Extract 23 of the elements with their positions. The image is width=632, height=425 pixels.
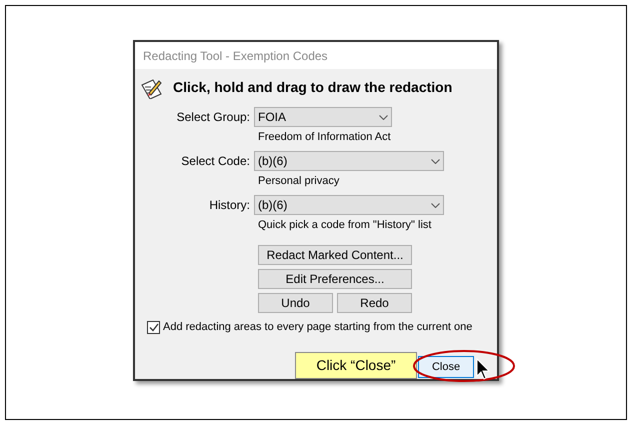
field-description: Quick pick a code from "History" list [258, 218, 432, 233]
redo-button[interactable]: Redo [337, 293, 412, 313]
undo-button[interactable]: Undo [258, 293, 333, 313]
dropdown[interactable]: FOIA [254, 107, 392, 127]
window-title: Redacting Tool - Exemption Codes [143, 48, 328, 64]
field-label: Select Group: [176, 109, 251, 126]
chevron-down-icon [431, 202, 440, 208]
preferences-button[interactable]: Edit Preferences... [258, 269, 412, 289]
redact-button[interactable]: Redact Marked Content... [258, 245, 412, 265]
chevron-down-icon [379, 114, 388, 120]
checkbox-label: Add redacting areas to every page starting from the current one [163, 320, 472, 335]
dropdown[interactable]: (b)(6) [254, 151, 444, 171]
callout: Click “Close” [295, 352, 417, 379]
dropdown[interactable]: (b)(6) [254, 195, 444, 215]
field-description: Personal privacy [258, 174, 340, 189]
cursor-icon [476, 358, 490, 380]
field-description: Freedom of Information Act [258, 130, 392, 145]
field-label: Select Code: [180, 153, 251, 170]
close-button[interactable]: Close [418, 356, 474, 378]
instruction-heading: Click, hold and drag to draw the redaction [173, 78, 452, 95]
field-label: History: [208, 197, 251, 214]
chevron-down-icon [431, 158, 440, 164]
checkbox[interactable] [147, 320, 160, 334]
